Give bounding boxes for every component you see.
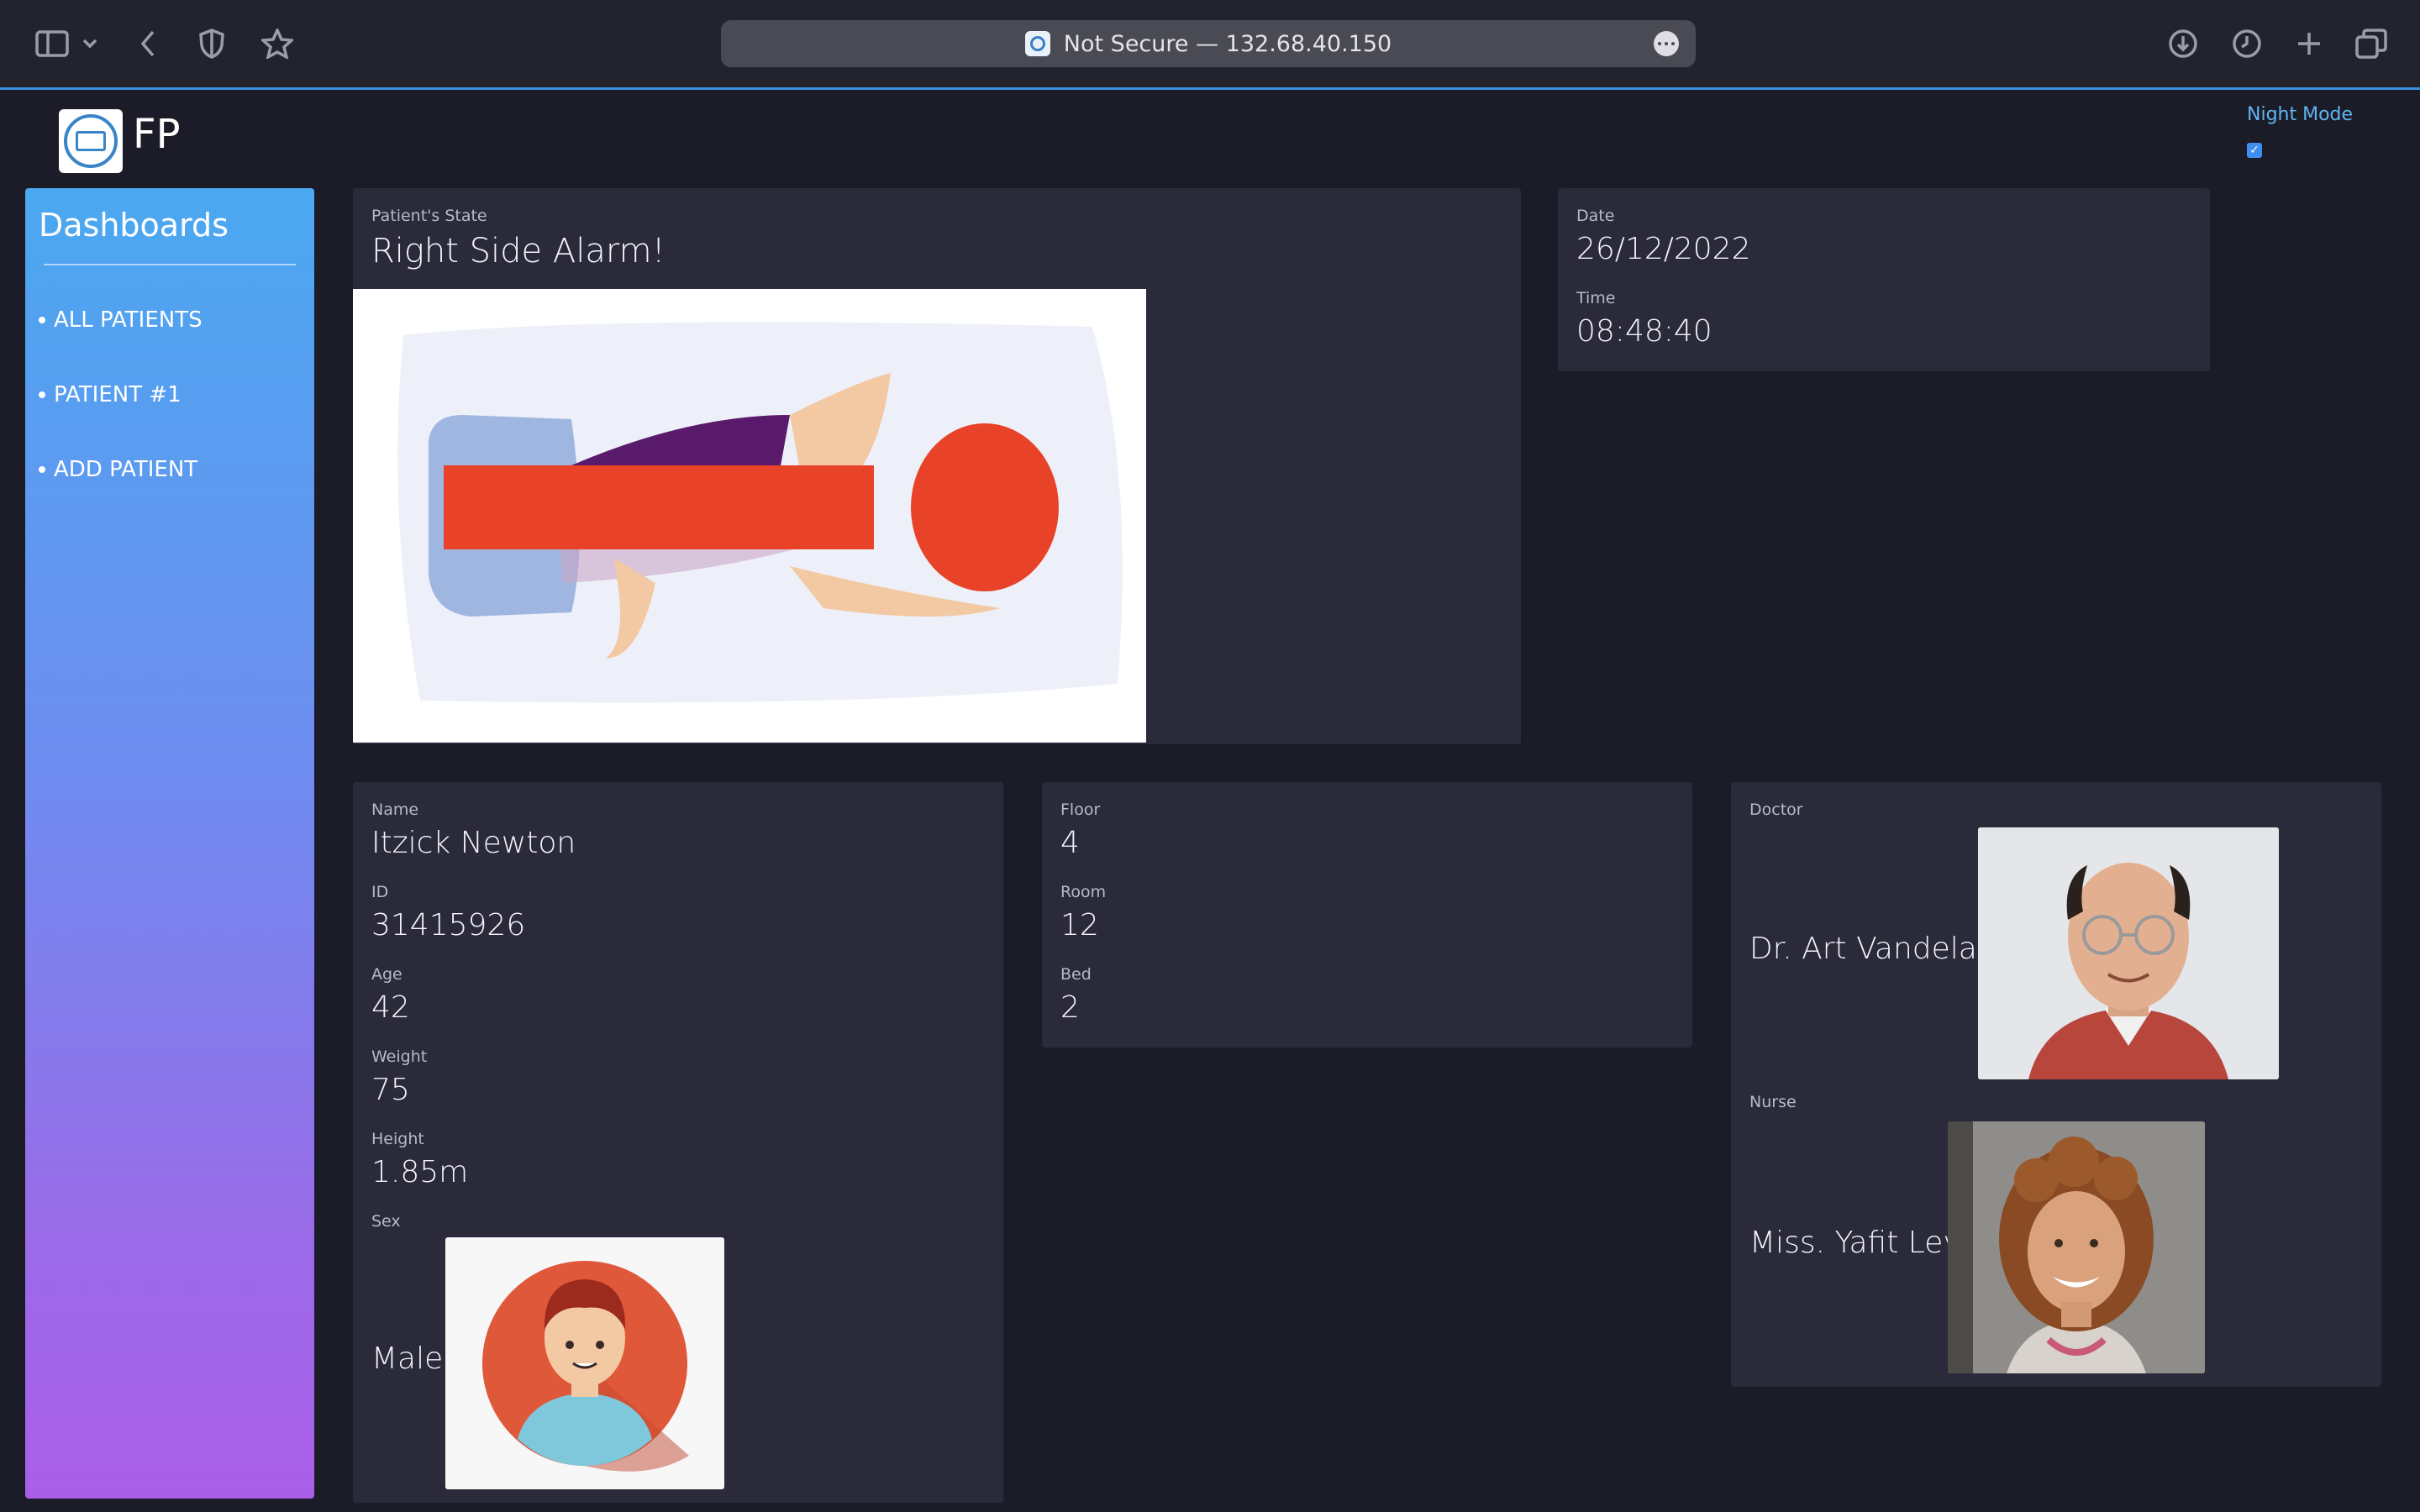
sidebar-title: Dashboards [39, 207, 229, 244]
datetime-card: Date 26/12/2022 Time 08:48:40 [1558, 188, 2210, 371]
night-mode-checkbox[interactable]: ✓ [2247, 143, 2262, 158]
staff-card: Doctor Dr. Art Vandelay Nurse Miss. Yafi… [1731, 782, 2381, 1387]
nurse-label: Nurse [1749, 1093, 1797, 1111]
date-label: Date [1576, 207, 1615, 225]
id-value: 31415926 [371, 908, 526, 942]
bookmark-star-icon[interactable] [257, 24, 297, 64]
time-label: Time [1576, 289, 1616, 307]
floor-label: Floor [1060, 801, 1101, 819]
doctor-name: Dr. Art Vandelay [1749, 932, 1996, 966]
weight-label: Weight [371, 1047, 428, 1066]
height-label: Height [371, 1130, 424, 1148]
night-mode-label: Night Mode [2247, 104, 2354, 125]
sidebar-item-label: ADD PATIENT [54, 457, 198, 482]
id-label: ID [371, 883, 389, 901]
sidebar-item-add-patient[interactable]: ADD PATIENT [39, 457, 197, 482]
sidebar-item-patient-1[interactable]: PATIENT #1 [39, 382, 182, 407]
age-value: 42 [371, 990, 410, 1025]
address-bar[interactable]: Not Secure — 132.68.40.150 [721, 20, 1696, 67]
patient-details-card: Name Itzick Newton ID 31415926 Age 42 We… [353, 782, 1003, 1503]
sidebar-divider [44, 264, 296, 265]
sex-value: Male [371, 1341, 444, 1376]
sidebar-item-label: PATIENT #1 [54, 382, 182, 407]
patient-avatar [445, 1237, 724, 1489]
chevron-down-icon[interactable] [77, 24, 103, 64]
age-label: Age [371, 965, 402, 984]
browser-toolbar: Not Secure — 132.68.40.150 [0, 0, 2420, 90]
date-value: 26/12/2022 [1576, 232, 1751, 266]
site-favicon-icon [1024, 31, 1050, 56]
bullet-icon [39, 391, 45, 398]
name-label: Name [371, 801, 419, 819]
nurse-photo [1948, 1121, 2205, 1373]
history-clock-icon[interactable] [2227, 24, 2267, 64]
bed-value: 2 [1060, 990, 1080, 1025]
room-label: Room [1060, 883, 1107, 901]
nurse-name: Miss. Yafit Levi [1749, 1226, 1970, 1260]
patient-state-value: Right Side Alarm! [371, 232, 666, 270]
bullet-icon [39, 317, 45, 323]
height-value: 1.85m [371, 1155, 469, 1189]
shield-icon[interactable] [192, 24, 232, 64]
more-options-icon[interactable] [1654, 31, 1679, 56]
tab-overview-icon[interactable] [2351, 24, 2391, 64]
sex-label: Sex [371, 1212, 401, 1231]
bullet-icon [39, 466, 45, 473]
room-value: 12 [1060, 908, 1099, 942]
floor-value: 4 [1060, 826, 1080, 860]
brand-title: FP [133, 111, 181, 158]
patient-state-label: Patient's State [371, 207, 487, 225]
doctor-label: Doctor [1749, 801, 1803, 819]
new-tab-plus-icon[interactable] [2289, 24, 2329, 64]
doctor-photo [1978, 827, 2279, 1079]
sidebar-item-label: ALL PATIENTS [54, 307, 203, 333]
sidebar-toggle-icon[interactable] [32, 24, 72, 64]
weight-value: 75 [371, 1073, 410, 1107]
url-text: Not Secure — 132.68.40.150 [1063, 30, 1392, 57]
location-card: Floor 4 Room 12 Bed 2 [1042, 782, 1692, 1047]
back-arrow-icon[interactable] [128, 24, 168, 64]
bed-label: Bed [1060, 965, 1092, 984]
name-value: Itzick Newton [371, 826, 576, 860]
patient-position-illustration [353, 289, 1146, 743]
time-value: 08:48:40 [1576, 314, 1712, 349]
app-logo[interactable] [59, 109, 123, 173]
sidebar-item-all-patients[interactable]: ALL PATIENTS [39, 307, 203, 333]
sidebar: Dashboards ALL PATIENTS PATIENT #1 ADD P… [25, 188, 314, 1499]
download-icon[interactable] [2163, 24, 2203, 64]
